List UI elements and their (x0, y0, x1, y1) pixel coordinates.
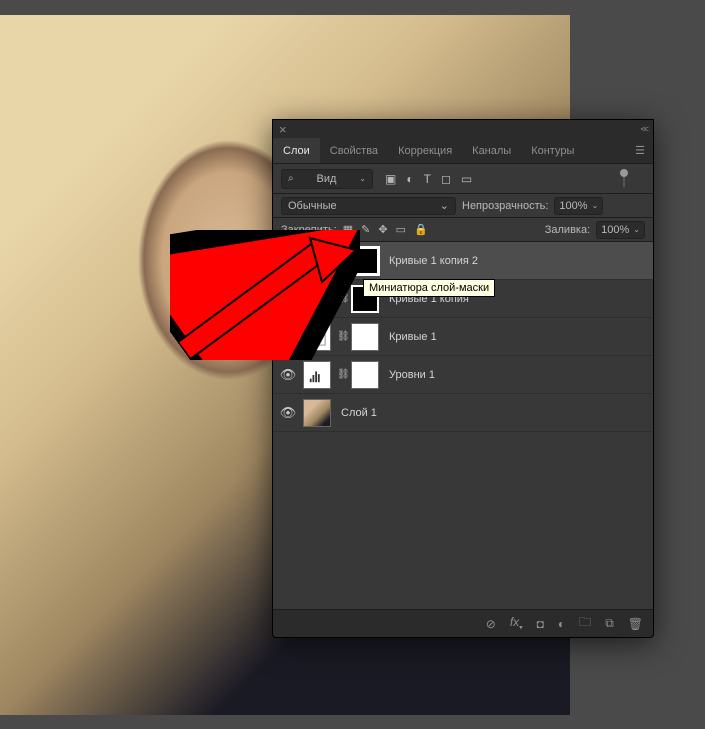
filter-toggle[interactable] (603, 171, 645, 187)
chevron-down-icon: ⌄ (440, 199, 449, 212)
lock-all-icon[interactable]: 🔒 (414, 223, 428, 236)
fill-input[interactable]: 100% ⌄ (596, 221, 645, 239)
filter-kind-label: Вид (317, 173, 337, 185)
opacity-label: Непрозрачность: (462, 200, 548, 212)
panel-close-icon[interactable]: × (279, 122, 287, 137)
panel-tabs: Слои Свойства Коррекция Каналы Контуры ☰ (273, 138, 653, 164)
lock-artboard-icon[interactable]: ▭ (396, 223, 406, 236)
search-icon: ⌕ (288, 173, 294, 184)
layer-name[interactable]: Кривые 1 копия 2 (389, 255, 478, 267)
chevron-down-icon: ⌄ (359, 174, 366, 183)
lock-pixels-icon[interactable]: ✎ (361, 223, 370, 236)
panel-collapse-icon[interactable]: << (640, 124, 647, 134)
filter-type-icons: ▣ ◐ T ◻ ▭ (385, 172, 472, 186)
layer-filter-row: ⌕ Вид ⌄ ▣ ◐ T ◻ ▭ (273, 164, 653, 194)
visibility-icon[interactable]: 👁 (279, 367, 297, 383)
blend-mode-value: Обычные (288, 200, 337, 212)
tab-properties[interactable]: Свойства (320, 138, 388, 163)
lock-position-icon[interactable]: ✥ (378, 223, 387, 236)
filter-kind-select[interactable]: ⌕ Вид ⌄ (281, 169, 373, 189)
tab-channels[interactable]: Каналы (462, 138, 521, 163)
link-icon[interactable]: ⛓ (337, 369, 345, 380)
chevron-down-icon: ⌄ (633, 225, 640, 234)
annotation-arrow (170, 230, 360, 360)
filter-type-icon[interactable]: T (424, 172, 431, 186)
chevron-down-icon: ⌄ (592, 201, 599, 210)
fill-label: Заливка: (545, 224, 590, 236)
layer-row[interactable]: 👁 Слой 1 (273, 394, 653, 432)
delete-layer-icon[interactable]: 🗑 (628, 617, 643, 631)
tab-paths[interactable]: Контуры (521, 138, 584, 163)
layer-thumbnail[interactable] (303, 399, 331, 427)
layer-name[interactable]: Кривые 1 (389, 331, 437, 343)
fill-value: 100% (601, 224, 629, 236)
fx-icon[interactable]: fx▾ (510, 615, 523, 631)
add-mask-icon[interactable]: ◘ (537, 617, 544, 631)
blend-row: Обычные ⌄ Непрозрачность: 100% ⌄ (273, 194, 653, 218)
opacity-value: 100% (559, 200, 587, 212)
blend-mode-select[interactable]: Обычные ⌄ (281, 197, 456, 215)
panel-header: × << (273, 120, 653, 138)
mask-thumbnail[interactable] (351, 361, 379, 389)
layer-row[interactable]: 👁 ⛓ Уровни 1 (273, 356, 653, 394)
tab-adjustments[interactable]: Коррекция (388, 138, 462, 163)
mask-tooltip: Миниатюра слой-маски (363, 279, 495, 297)
layers-panel: × << Слои Свойства Коррекция Каналы Конт… (272, 119, 654, 638)
panel-menu-icon[interactable]: ☰ (627, 138, 653, 163)
filter-shape-icon[interactable]: ◻ (441, 172, 451, 186)
link-layers-icon[interactable]: ⊘ (486, 617, 496, 631)
filter-pixel-icon[interactable]: ▣ (385, 172, 396, 186)
new-layer-icon[interactable]: ⧉ (605, 616, 614, 631)
panel-footer: ⊘ fx▾ ◘ ◐ 🗀 ⧉ 🗑 (273, 609, 653, 637)
tab-layers[interactable]: Слои (273, 138, 320, 163)
new-group-icon[interactable]: 🗀 (579, 613, 591, 634)
visibility-icon[interactable]: 👁 (279, 405, 297, 421)
new-adjustment-icon[interactable]: ◐ (558, 617, 565, 631)
filter-adjust-icon[interactable]: ◐ (406, 172, 413, 186)
opacity-input[interactable]: 100% ⌄ (554, 197, 603, 215)
adjustment-thumbnail[interactable] (303, 361, 331, 389)
filter-smart-icon[interactable]: ▭ (461, 172, 472, 186)
layer-name[interactable]: Слой 1 (341, 407, 377, 419)
layer-name[interactable]: Уровни 1 (389, 369, 435, 381)
